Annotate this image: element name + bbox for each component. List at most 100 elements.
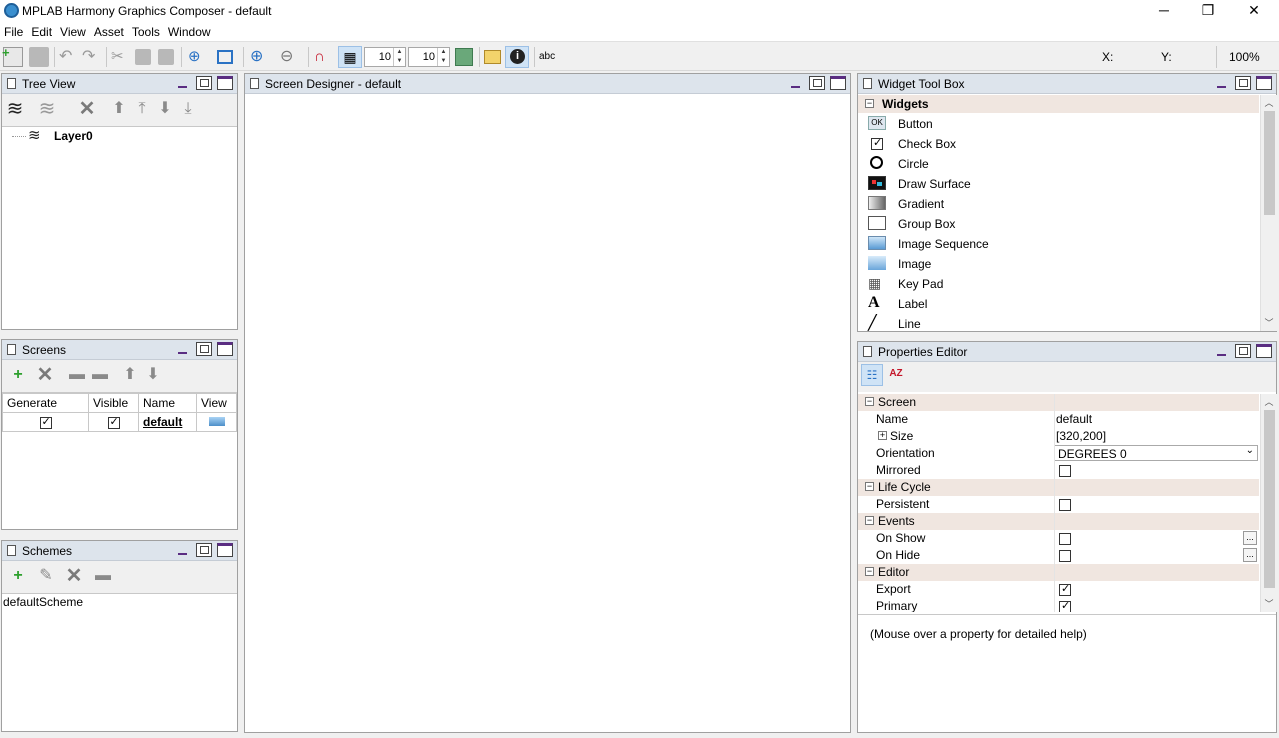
add-layer-icon[interactable]: ≋ — [6, 99, 24, 119]
menu-window[interactable]: Window — [164, 22, 215, 39]
panel-minimize-icon[interactable] — [175, 342, 191, 356]
panel-maximize-icon[interactable] — [217, 342, 233, 356]
widget-item-group-box[interactable]: Group Box — [858, 214, 1258, 234]
fit-screen-icon[interactable] — [217, 50, 233, 64]
restore-button[interactable]: ❐ — [1185, 0, 1231, 22]
center-icon[interactable]: ⊕ — [188, 47, 208, 67]
widget-item-keypad[interactable]: ▦ Key Pad — [858, 274, 1258, 294]
add-scheme-icon[interactable]: + — [9, 567, 27, 585]
property-on-hide[interactable]: On Hide... — [858, 547, 1259, 564]
panel-minimize-icon[interactable] — [175, 76, 191, 90]
visible-checkbox[interactable] — [107, 415, 120, 429]
panel-maximize-icon[interactable] — [1256, 344, 1272, 358]
expand-icon[interactable]: + — [878, 431, 887, 440]
move-down-icon[interactable]: ⬇ — [144, 366, 162, 384]
panel-float-icon[interactable] — [1235, 76, 1251, 90]
scroll-thumb[interactable] — [1264, 111, 1275, 215]
persistent-checkbox[interactable] — [1059, 498, 1071, 511]
property-name[interactable]: Name default — [858, 411, 1259, 428]
widget-item-image-sequence[interactable]: Image Sequence — [858, 234, 1258, 254]
property-value[interactable]: default — [1056, 412, 1092, 426]
snap-magnet-icon[interactable]: ∩ — [314, 47, 334, 67]
collapse-icon[interactable]: − — [865, 99, 874, 108]
menu-edit[interactable]: Edit — [27, 22, 56, 39]
panel-float-icon[interactable] — [1235, 344, 1251, 358]
category-life-cycle[interactable]: − Life Cycle — [858, 479, 1259, 496]
add-screen-icon[interactable]: + — [9, 366, 27, 384]
redo-icon[interactable]: ↷ — [82, 47, 102, 67]
category-screen[interactable]: − Screen — [858, 394, 1259, 411]
menu-file[interactable]: File — [0, 22, 27, 39]
edit-scheme-icon[interactable]: ✎ — [37, 567, 55, 585]
info-icon[interactable]: i — [505, 46, 529, 68]
generate-checkbox[interactable] — [39, 415, 52, 429]
background-color-icon[interactable] — [455, 48, 473, 66]
widget-item-circle[interactable]: Circle — [858, 154, 1258, 174]
property-on-show[interactable]: On Show... — [858, 530, 1259, 547]
orientation-select[interactable]: DEGREES 0 ⌄ — [1054, 445, 1258, 461]
grid-icon[interactable]: ▦ — [338, 46, 362, 68]
panel-maximize-icon[interactable] — [830, 76, 846, 90]
panel-minimize-icon[interactable] — [175, 543, 191, 557]
column-header[interactable]: Visible — [88, 393, 139, 413]
chevron-down-icon[interactable]: ⌄ — [1246, 445, 1254, 456]
widget-item-line[interactable]: ╱ Line — [858, 314, 1258, 332]
widget-item-draw-surface[interactable]: Draw Surface — [858, 174, 1258, 194]
categorized-view-icon[interactable]: ☷ — [861, 364, 883, 386]
move-up-icon[interactable]: ⬆ — [110, 100, 128, 118]
primary-checkbox[interactable] — [1059, 599, 1071, 612]
panel-float-icon[interactable] — [809, 76, 825, 90]
scroll-thumb[interactable] — [1264, 410, 1275, 588]
move-up-icon[interactable]: ⬆ — [121, 366, 139, 384]
minimize-button[interactable]: ─ — [1141, 0, 1187, 22]
delete-scheme-icon[interactable]: ✕ — [65, 566, 83, 586]
property-size[interactable]: + Size [320,200] — [858, 428, 1259, 445]
table-row[interactable]: default — [2, 412, 237, 432]
move-down-icon[interactable]: ⬇ — [156, 100, 174, 118]
delete-screen-icon[interactable]: ✕ — [36, 365, 54, 385]
column-header[interactable]: View — [196, 393, 237, 413]
grid-y-stepper[interactable]: 10 ▲ ▼ — [408, 47, 450, 67]
collapse-icon[interactable]: − — [865, 516, 874, 525]
panel-float-icon[interactable] — [196, 543, 212, 557]
widget-item-gradient[interactable]: Gradient — [858, 194, 1258, 214]
text-tool-icon[interactable]: abc — [539, 47, 563, 67]
screen-name[interactable]: default — [138, 412, 197, 432]
property-export[interactable]: Export — [858, 581, 1259, 598]
menu-tools[interactable]: Tools — [128, 22, 164, 39]
scroll-up-icon[interactable]: ︿ — [1261, 95, 1277, 111]
add-sublayer-icon[interactable]: ≋ — [38, 99, 56, 119]
view-screen-icon[interactable] — [209, 417, 225, 426]
menu-asset[interactable]: Asset — [90, 22, 128, 39]
zoom-in-icon[interactable]: ⊕ — [250, 47, 270, 67]
screen-copy-icon[interactable]: ▬ — [68, 366, 86, 384]
ellipsis-button[interactable]: ... — [1243, 531, 1257, 545]
property-value[interactable]: [320,200] — [1056, 429, 1106, 443]
collapse-icon[interactable]: − — [865, 567, 874, 576]
menu-view[interactable]: View — [56, 22, 90, 39]
column-header[interactable]: Name — [138, 393, 197, 413]
panel-minimize-icon[interactable] — [788, 76, 804, 90]
stepper-arrows-icon[interactable]: ▲ ▼ — [393, 48, 405, 66]
scroll-up-icon[interactable]: ︿ — [1261, 394, 1277, 410]
grid-x-stepper[interactable]: 10 ▲ ▼ — [364, 47, 406, 67]
collapse-icon[interactable]: − — [865, 397, 874, 406]
move-top-icon[interactable]: ⤒ — [133, 100, 151, 118]
delete-icon[interactable]: ✕ — [78, 99, 96, 119]
tree-item-layer0[interactable]: Layer0 — [54, 129, 93, 143]
scroll-down-icon[interactable]: ﹀ — [1261, 315, 1277, 331]
scroll-down-icon[interactable]: ﹀ — [1261, 596, 1277, 612]
copy-icon[interactable] — [135, 49, 151, 65]
category-editor[interactable]: − Editor — [858, 564, 1259, 581]
zoom-out-icon[interactable]: ⊖ — [280, 47, 300, 67]
properties-scrollbar[interactable]: ︿ ﹀ — [1260, 394, 1277, 612]
widget-item-button[interactable]: OK Button — [858, 114, 1258, 134]
panel-float-icon[interactable] — [196, 342, 212, 356]
collapse-icon[interactable]: − — [865, 482, 874, 491]
widget-item-checkbox[interactable]: Check Box — [858, 134, 1258, 154]
move-bottom-icon[interactable]: ⤓ — [179, 100, 197, 118]
stepper-arrows-icon[interactable]: ▲ ▼ — [437, 48, 449, 66]
property-persistent[interactable]: Persistent — [858, 496, 1259, 513]
widget-item-label[interactable]: A Label — [858, 294, 1258, 314]
new-file-icon[interactable]: + — [2, 45, 23, 67]
